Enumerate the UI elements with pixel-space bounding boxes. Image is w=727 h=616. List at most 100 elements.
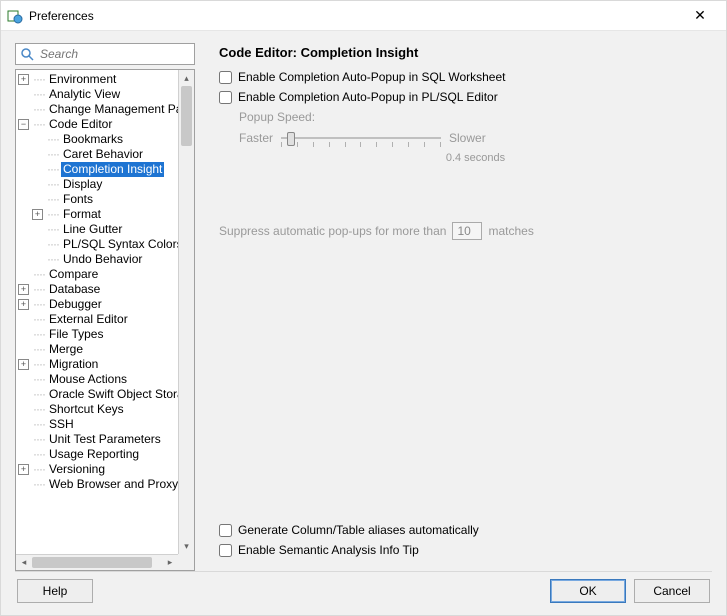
tree-label[interactable]: Environment <box>47 72 118 87</box>
speed-faster-label: Faster <box>239 131 273 145</box>
tree-label[interactable]: Bookmarks <box>61 132 125 147</box>
tree-label[interactable]: SSH <box>47 417 76 432</box>
tree-label[interactable]: Line Gutter <box>61 222 124 237</box>
tree-node[interactable]: ····Shortcut Keys <box>16 402 178 417</box>
tree-connector: ···· <box>47 132 59 147</box>
tree-node[interactable]: ····Completion Insight <box>16 162 178 177</box>
tree-spacer <box>18 434 29 445</box>
tree-node[interactable]: ····Change Management Parameters <box>16 102 178 117</box>
tree-label[interactable]: Format <box>61 207 103 222</box>
tree-node[interactable]: ····External Editor <box>16 312 178 327</box>
checkbox-plsql-editor[interactable] <box>219 91 232 104</box>
tree-node[interactable]: ····PL/SQL Syntax Colors <box>16 237 178 252</box>
help-button[interactable]: Help <box>17 579 93 603</box>
tree-node[interactable]: ····File Types <box>16 327 178 342</box>
tree-label[interactable]: Debugger <box>47 297 104 312</box>
tree-connector: ···· <box>33 72 45 87</box>
tree-node[interactable]: ····Fonts <box>16 192 178 207</box>
tree-node[interactable]: +····Format <box>16 207 178 222</box>
tree-label[interactable]: Code Editor <box>47 117 114 132</box>
category-tree: +····Environment····Analytic View····Cha… <box>15 69 195 571</box>
tree-connector: ···· <box>33 267 45 282</box>
horizontal-scrollbar[interactable]: ◂ ▸ <box>16 554 178 570</box>
tree-node[interactable]: ····Display <box>16 177 178 192</box>
expand-icon[interactable]: + <box>18 74 29 85</box>
tree-node[interactable]: ····SSH <box>16 417 178 432</box>
check-plsql-editor[interactable]: Enable Completion Auto-Popup in PL/SQL E… <box>219 90 712 104</box>
tree-node[interactable]: ····Line Gutter <box>16 222 178 237</box>
tree-label[interactable]: Oracle Swift Object Storage <box>47 387 178 402</box>
tree-label[interactable]: Caret Behavior <box>61 147 145 162</box>
tree-label[interactable]: Unit Test Parameters <box>47 432 163 447</box>
expand-icon[interactable]: + <box>18 284 29 295</box>
cancel-button[interactable]: Cancel <box>634 579 710 603</box>
tree-node[interactable]: ····Merge <box>16 342 178 357</box>
close-button[interactable]: ✕ <box>680 7 720 24</box>
tree-label[interactable]: Migration <box>47 357 100 372</box>
tree-node[interactable]: ····Undo Behavior <box>16 252 178 267</box>
tree-node[interactable]: +····Database <box>16 282 178 297</box>
search-field[interactable] <box>15 43 195 65</box>
check-aliases[interactable]: Generate Column/Table aliases automatica… <box>219 523 712 537</box>
tree-node[interactable]: ····Caret Behavior <box>16 147 178 162</box>
tree-label[interactable]: Fonts <box>61 192 95 207</box>
tree-node[interactable]: ····Bookmarks <box>16 132 178 147</box>
scroll-left-icon[interactable]: ◂ <box>16 555 32 570</box>
tree-node[interactable]: ····Oracle Swift Object Storage <box>16 387 178 402</box>
tree-node[interactable]: + ····Environment <box>16 72 178 87</box>
tree-connector: ···· <box>33 327 45 342</box>
tree-label[interactable]: Undo Behavior <box>61 252 144 267</box>
checkbox-aliases[interactable] <box>219 524 232 537</box>
tree-label[interactable]: Mouse Actions <box>47 372 129 387</box>
tree-label[interactable]: External Editor <box>47 312 130 327</box>
checkbox-semantic[interactable] <box>219 544 232 557</box>
tree-node[interactable]: ····Web Browser and Proxy <box>16 477 178 492</box>
tree-label[interactable]: Versioning <box>47 462 107 477</box>
tree-node[interactable]: −····Code Editor <box>16 117 178 132</box>
tree-label[interactable]: Completion Insight <box>61 162 164 177</box>
tree-spacer <box>18 419 29 430</box>
scroll-right-icon[interactable]: ▸ <box>162 555 178 570</box>
tree-label[interactable]: Analytic View <box>47 87 122 102</box>
expand-icon[interactable]: + <box>18 359 29 370</box>
ok-button[interactable]: OK <box>550 579 626 603</box>
collapse-icon[interactable]: − <box>18 119 29 130</box>
check-semantic[interactable]: Enable Semantic Analysis Info Tip <box>219 543 712 557</box>
tree-label[interactable]: PL/SQL Syntax Colors <box>61 237 178 252</box>
scroll-thumb-horizontal[interactable] <box>32 557 152 568</box>
tree-node[interactable]: +····Versioning <box>16 462 178 477</box>
tree-label[interactable]: Web Browser and Proxy <box>47 477 178 492</box>
expand-icon[interactable]: + <box>18 464 29 475</box>
tree-node[interactable]: ····Unit Test Parameters <box>16 432 178 447</box>
suppress-pre-label: Suppress automatic pop-ups for more than <box>219 224 446 238</box>
tree-label[interactable]: Change Management Parameters <box>47 102 178 117</box>
tree-node[interactable]: +····Migration <box>16 357 178 372</box>
tree-label[interactable]: File Types <box>47 327 105 342</box>
tree-connector: ···· <box>33 102 45 117</box>
checkbox-sql-worksheet[interactable] <box>219 71 232 84</box>
expand-icon[interactable]: + <box>18 299 29 310</box>
tree-label[interactable]: Merge <box>47 342 85 357</box>
scroll-up-icon[interactable]: ▴ <box>179 70 194 86</box>
check-sql-worksheet[interactable]: Enable Completion Auto-Popup in SQL Work… <box>219 70 712 84</box>
scroll-down-icon[interactable]: ▾ <box>179 538 194 554</box>
tree-label[interactable]: Display <box>61 177 104 192</box>
tree-label[interactable]: Shortcut Keys <box>47 402 126 417</box>
tree-node[interactable]: ····Compare <box>16 267 178 282</box>
tree-node[interactable]: ····Analytic View <box>16 87 178 102</box>
tree-label[interactable]: Usage Reporting <box>47 447 141 462</box>
left-pane: +····Environment····Analytic View····Cha… <box>15 43 195 571</box>
tree-node[interactable]: +····Debugger <box>16 297 178 312</box>
suppress-count-input[interactable]: 10 <box>452 222 482 240</box>
tree-node[interactable]: ····Usage Reporting <box>16 447 178 462</box>
popup-speed-slider[interactable] <box>281 128 441 148</box>
tree-spacer <box>18 329 29 340</box>
tree-node[interactable]: ····Mouse Actions <box>16 372 178 387</box>
expand-icon[interactable]: + <box>32 209 43 220</box>
search-input[interactable] <box>38 46 199 62</box>
vertical-scrollbar[interactable]: ▴ ▾ <box>178 70 194 554</box>
tree-label[interactable]: Compare <box>47 267 100 282</box>
scroll-thumb-vertical[interactable] <box>181 86 192 146</box>
tree-spacer <box>18 404 29 415</box>
tree-label[interactable]: Database <box>47 282 102 297</box>
